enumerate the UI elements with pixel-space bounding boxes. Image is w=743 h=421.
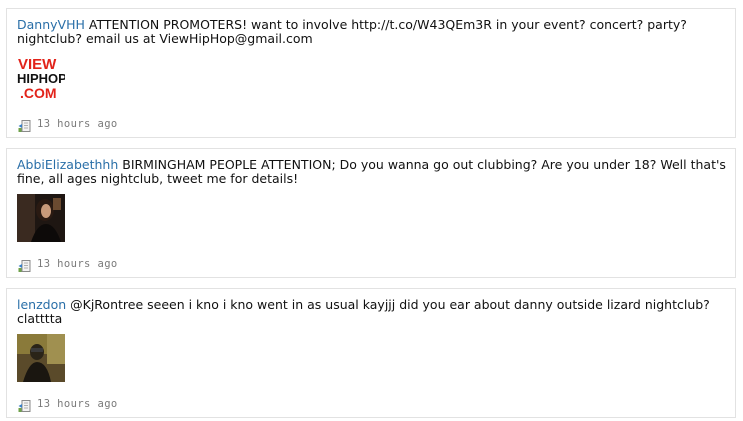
tweet-text: AbbiElizabethhh BIRMINGHAM PEOPLE ATTENT… — [17, 158, 729, 186]
viewhiphop-logo: VIEW HIPHOP .COM — [17, 54, 65, 102]
avatar[interactable]: VIEW HIPHOP .COM — [17, 54, 65, 102]
reply-document-icon[interactable] — [18, 398, 32, 412]
timestamp[interactable]: 13 hours ago — [37, 258, 118, 270]
svg-text:.COM: .COM — [20, 85, 57, 101]
tweet-feed: DannyVHH ATTENTION PROMOTERS! want to in… — [0, 0, 743, 421]
tweet-card: DannyVHH ATTENTION PROMOTERS! want to in… — [6, 8, 736, 138]
tweet-body: ATTENTION PROMOTERS! want to involve htt… — [17, 17, 687, 46]
tweet-username-link[interactable]: DannyVHH — [17, 17, 85, 32]
tweet-text: DannyVHH ATTENTION PROMOTERS! want to in… — [17, 18, 729, 46]
reply-document-icon[interactable] — [18, 258, 32, 272]
timestamp[interactable]: 13 hours ago — [37, 398, 118, 410]
avatar[interactable] — [17, 194, 65, 242]
reply-document-icon[interactable] — [18, 118, 32, 132]
tweet-meta: 13 hours ago — [18, 397, 118, 412]
tweet-card: lenzdon @KjRontree seeen i kno i kno wen… — [6, 288, 736, 418]
tweet-username-link[interactable]: lenzdon — [17, 297, 66, 312]
tweet-body: BIRMINGHAM PEOPLE ATTENTION; Do you wann… — [17, 157, 726, 186]
profile-photo — [17, 334, 65, 382]
tweet-meta: 13 hours ago — [18, 117, 118, 132]
tweet-body: @KjRontree seeen i kno i kno went in as … — [17, 297, 710, 326]
profile-photo — [17, 194, 65, 242]
avatar[interactable] — [17, 334, 65, 382]
tweet-username-link[interactable]: AbbiElizabethhh — [17, 157, 118, 172]
tweet-meta: 13 hours ago — [18, 257, 118, 272]
tweet-card: AbbiElizabethhh BIRMINGHAM PEOPLE ATTENT… — [6, 148, 736, 278]
svg-text:HIPHOP: HIPHOP — [17, 71, 65, 86]
timestamp[interactable]: 13 hours ago — [37, 118, 118, 130]
tweet-text: lenzdon @KjRontree seeen i kno i kno wen… — [17, 298, 729, 326]
